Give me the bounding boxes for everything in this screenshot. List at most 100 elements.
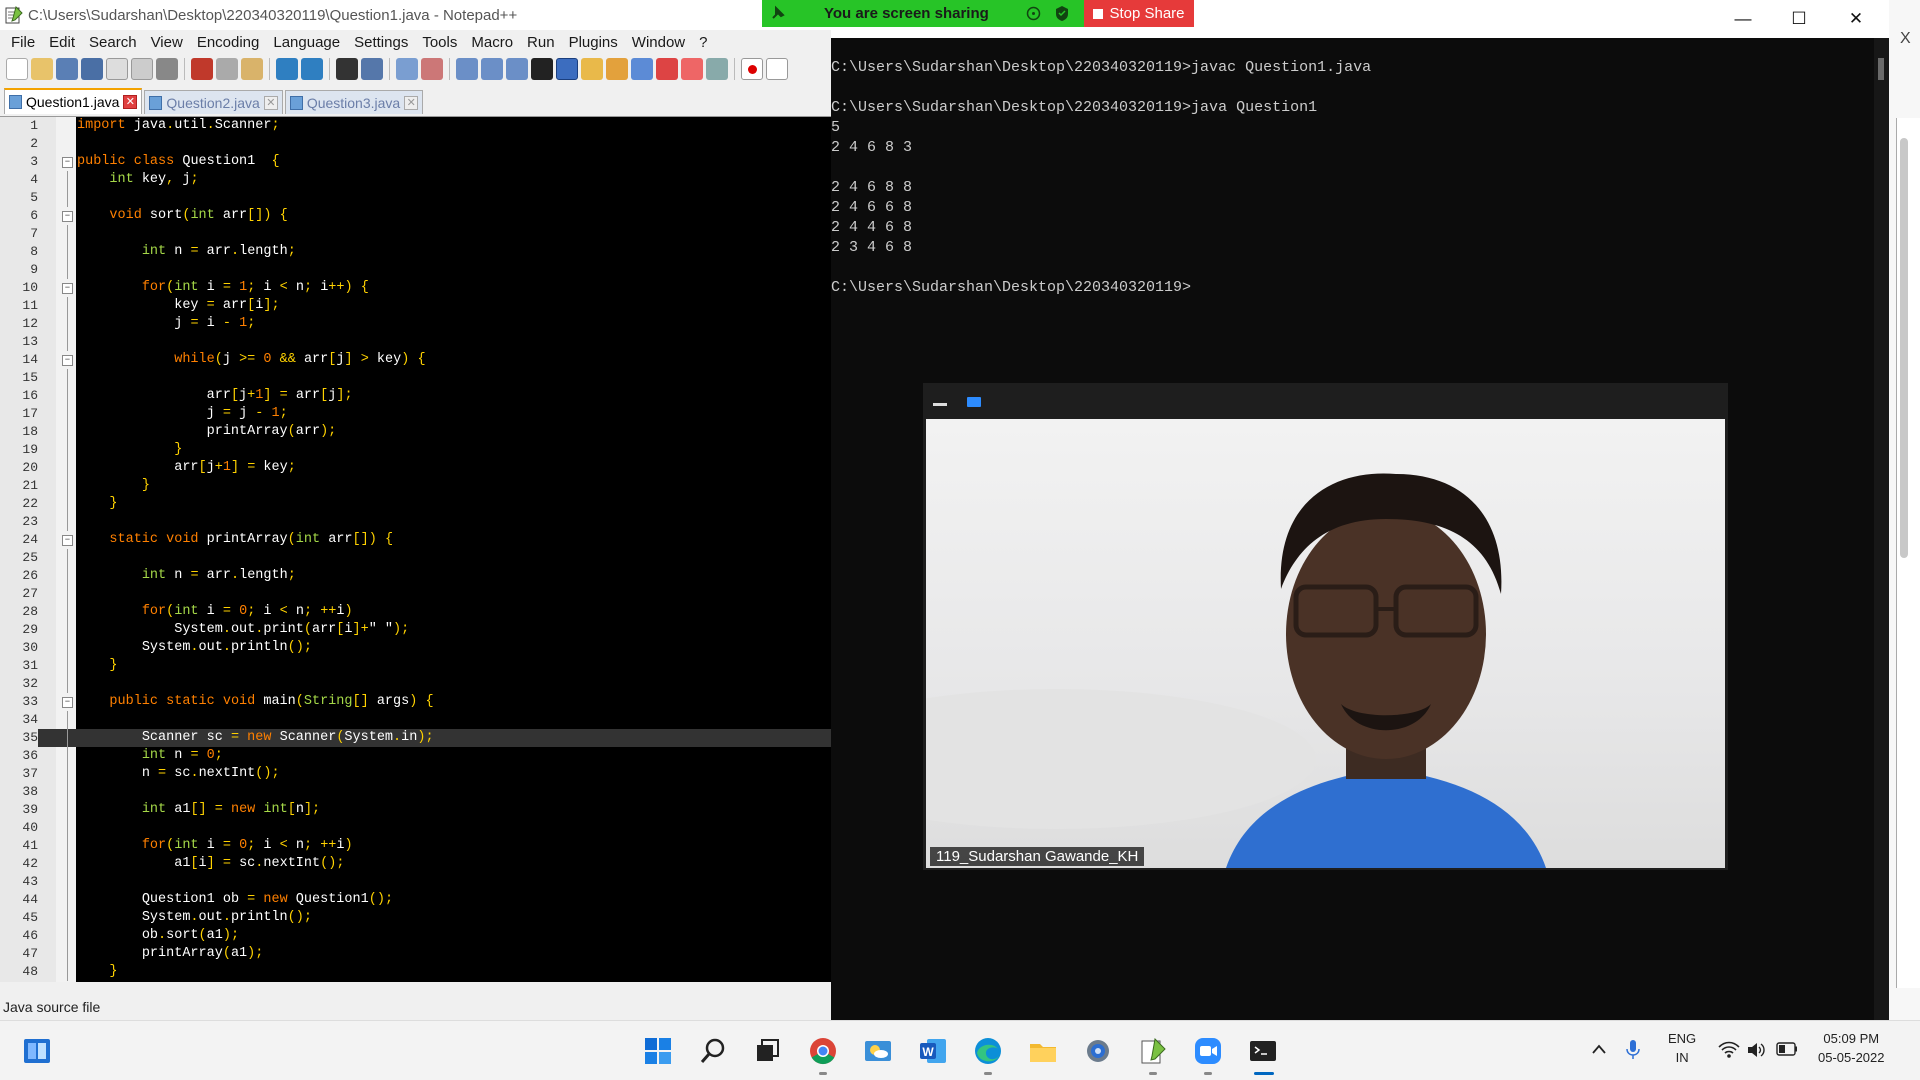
task-view-icon[interactable] — [751, 1034, 785, 1068]
console-scrollbar[interactable] — [1874, 38, 1889, 1020]
code-line[interactable]: 35 Scanner sc = new Scanner(System.in); — [0, 729, 831, 747]
edge-icon[interactable] — [971, 1034, 1005, 1068]
code-line[interactable]: 17 j = j - 1; — [0, 405, 831, 423]
fold-toggle-icon[interactable]: − — [62, 283, 73, 294]
menu-item[interactable]: Edit — [42, 34, 82, 51]
indent-guide-icon[interactable] — [556, 58, 578, 80]
code-line[interactable]: 40 — [0, 819, 831, 837]
background-window-close-icon[interactable]: X — [1900, 30, 1911, 48]
print-icon[interactable] — [156, 58, 178, 80]
code-line[interactable]: 4 int key, j; — [0, 171, 831, 189]
microphone-icon[interactable] — [1626, 1039, 1640, 1061]
code-line[interactable]: 25 — [0, 549, 831, 567]
cut-icon[interactable] — [191, 58, 213, 80]
file-tab[interactable]: Question3.java ✕ — [284, 90, 424, 114]
code-line[interactable]: 24 − static void printArray(int arr[]) { — [0, 531, 831, 549]
fold-toggle-icon[interactable]: − — [62, 697, 73, 708]
menu-item[interactable]: Plugins — [562, 34, 625, 51]
tab-close-icon[interactable]: ✕ — [404, 95, 419, 110]
record-macro-icon[interactable] — [741, 58, 763, 80]
code-line[interactable]: 8 int n = arr.length; — [0, 243, 831, 261]
code-line[interactable]: 20 arr[j+1] = key; — [0, 459, 831, 477]
new-file-icon[interactable] — [6, 58, 28, 80]
save-all-icon[interactable] — [81, 58, 103, 80]
background-window-scroll-thumb[interactable] — [1900, 138, 1908, 558]
notepad-plus-plus-icon[interactable] — [1136, 1034, 1170, 1068]
file-tab[interactable]: Question2.java ✕ — [144, 90, 283, 114]
code-line[interactable]: 22 } — [0, 495, 831, 513]
weather-icon[interactable] — [861, 1034, 895, 1068]
menu-item[interactable]: Window — [625, 34, 692, 51]
menu-item[interactable]: Run — [520, 34, 562, 51]
menu-item[interactable]: View — [144, 34, 190, 51]
menu-item[interactable]: Search — [82, 34, 144, 51]
minimize-icon[interactable]: — — [1732, 8, 1754, 30]
sync-vertical-icon[interactable] — [456, 58, 478, 80]
code-line[interactable]: 15 — [0, 369, 831, 387]
battery-icon[interactable] — [1776, 1042, 1798, 1056]
find-icon[interactable] — [336, 58, 358, 80]
code-line[interactable]: 16 arr[j+1] = arr[j]; — [0, 387, 831, 405]
menu-item[interactable]: Tools — [415, 34, 464, 51]
menu-item[interactable]: Settings — [347, 34, 415, 51]
undo-icon[interactable] — [276, 58, 298, 80]
close-file-icon[interactable] — [106, 58, 128, 80]
code-line[interactable]: 42 a1[i] = sc.nextInt(); — [0, 855, 831, 873]
monitoring-icon[interactable] — [681, 58, 703, 80]
start-icon[interactable] — [641, 1034, 675, 1068]
search-icon[interactable] — [696, 1034, 730, 1068]
stop-share-button[interactable]: Stop Share — [1084, 0, 1194, 27]
code-line[interactable]: 5 — [0, 189, 831, 207]
settings-icon[interactable] — [1081, 1034, 1115, 1068]
code-line[interactable]: 7 — [0, 225, 831, 243]
zoom-out-icon[interactable] — [421, 58, 443, 80]
sync-horizontal-icon[interactable] — [481, 58, 503, 80]
close-all-icon[interactable] — [131, 58, 153, 80]
maximize-icon[interactable]: ☐ — [1788, 8, 1810, 30]
menu-item[interactable]: ? — [692, 34, 714, 51]
menu-item[interactable]: Encoding — [190, 34, 267, 51]
code-line[interactable]: 34 — [0, 711, 831, 729]
code-line[interactable]: 27 — [0, 585, 831, 603]
code-line[interactable]: 44 Question1 ob = new Question1(); — [0, 891, 831, 909]
video-minimize-icon[interactable] — [933, 403, 947, 406]
replace-icon[interactable] — [361, 58, 383, 80]
code-line[interactable]: 23 — [0, 513, 831, 531]
code-line[interactable]: 13 — [0, 333, 831, 351]
folder-as-workspace-icon[interactable] — [656, 58, 678, 80]
code-line[interactable]: 37 n = sc.nextInt(); — [0, 765, 831, 783]
open-file-icon[interactable] — [31, 58, 53, 80]
volume-icon[interactable] — [1746, 1041, 1766, 1059]
code-line[interactable]: 43 — [0, 873, 831, 891]
fold-toggle-icon[interactable]: − — [62, 157, 73, 168]
code-line[interactable]: 19 } — [0, 441, 831, 459]
fold-toggle-icon[interactable]: − — [62, 211, 73, 222]
code-line[interactable]: 32 — [0, 675, 831, 693]
code-line[interactable]: 18 printArray(arr); — [0, 423, 831, 441]
code-line[interactable]: 45 System.out.println(); — [0, 909, 831, 927]
code-line[interactable]: 21 } — [0, 477, 831, 495]
code-line[interactable]: 12 j = i - 1; — [0, 315, 831, 333]
clock[interactable]: 05:09 PM 05-05-2022 — [1818, 1029, 1885, 1067]
share-status-bar[interactable]: You are screen sharing — [762, 0, 1084, 27]
language-indicator[interactable]: ENG IN — [1668, 1029, 1696, 1067]
file-tab[interactable]: Question1.java ✕ — [4, 88, 143, 114]
code-line[interactable]: 46 ob.sort(a1); — [0, 927, 831, 945]
video-layout-icon[interactable] — [967, 397, 981, 407]
zoom-icon[interactable] — [1191, 1034, 1225, 1068]
redo-icon[interactable] — [301, 58, 323, 80]
code-line[interactable]: 6 − void sort(int arr[]) { — [0, 207, 831, 225]
code-line[interactable]: 41 for(int i = 0; i < n; ++i) — [0, 837, 831, 855]
save-icon[interactable] — [56, 58, 78, 80]
view-eye-icon[interactable] — [706, 58, 728, 80]
code-line[interactable]: 33 − public static void main(String[] arg… — [0, 693, 831, 711]
copy-icon[interactable] — [216, 58, 238, 80]
code-line[interactable]: 2 — [0, 135, 831, 153]
share-options-icon[interactable] — [1026, 6, 1041, 21]
code-line[interactable]: 3 − public class Question1 { — [0, 153, 831, 171]
code-line[interactable]: 30 System.out.println(); — [0, 639, 831, 657]
fold-toggle-icon[interactable]: − — [62, 355, 73, 366]
code-line[interactable]: 29 System.out.print(arr[i]+" "); — [0, 621, 831, 639]
word-icon[interactable]: W — [916, 1034, 950, 1068]
chevron-up-icon[interactable] — [1591, 1043, 1607, 1055]
